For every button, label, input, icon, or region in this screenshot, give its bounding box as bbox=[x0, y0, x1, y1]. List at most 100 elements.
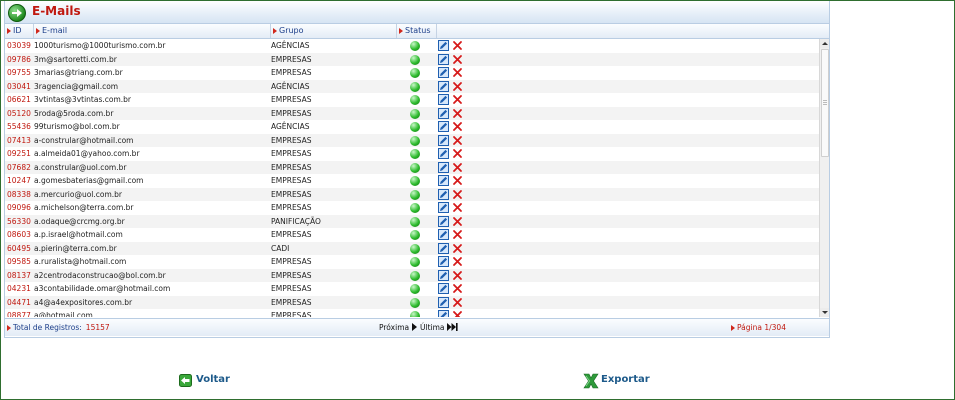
green-dot-icon bbox=[410, 243, 420, 254]
green-dot-icon bbox=[410, 149, 420, 159]
scrollbar-thumb[interactable] bbox=[821, 49, 829, 157]
export-button[interactable]: Exportar bbox=[583, 373, 659, 389]
back-button[interactable]: Voltar bbox=[179, 373, 239, 389]
table-row: 08137 a2centrodaconstrucao@bol.com.br EMPR… bbox=[5, 268, 819, 282]
page-frame: E-Mails ID E-mail Grupo Status 03039 1000… bbox=[0, 0, 955, 400]
red-x-delete-icon[interactable] bbox=[452, 243, 463, 254]
cell-id: 55436 bbox=[7, 122, 31, 131]
edit-pencil-icon[interactable] bbox=[438, 310, 449, 317]
grid-footer: Total de Registros: 15157 Próxima Última … bbox=[5, 318, 829, 336]
green-dot-icon bbox=[410, 230, 420, 240]
scroll-up-arrow-icon[interactable] bbox=[820, 39, 829, 48]
edit-pencil-icon[interactable] bbox=[438, 256, 449, 267]
red-x-delete-icon[interactable] bbox=[452, 162, 463, 173]
cell-id: 03041 bbox=[7, 81, 31, 91]
scroll-down-arrow-icon[interactable] bbox=[820, 308, 829, 317]
red-x-delete-icon[interactable] bbox=[452, 216, 463, 227]
cell-id: 09251 bbox=[7, 149, 31, 158]
cell-email: a.mercurio@uol.com.br bbox=[34, 189, 123, 199]
edit-pencil-icon[interactable] bbox=[438, 67, 449, 78]
red-x-delete-icon[interactable] bbox=[452, 121, 463, 132]
red-x-delete-icon[interactable] bbox=[452, 297, 463, 308]
column-header-id-label: ID bbox=[13, 26, 22, 35]
cell-email: 3m@sartoretti.com.br bbox=[34, 54, 117, 64]
cell-id: 03039 bbox=[7, 41, 31, 50]
cell-id: 10247 bbox=[7, 176, 31, 185]
edit-pencil-icon[interactable] bbox=[438, 53, 449, 65]
green-dot-icon bbox=[410, 311, 420, 317]
edit-pencil-icon[interactable] bbox=[438, 40, 449, 51]
edit-pencil-icon[interactable] bbox=[438, 283, 449, 294]
last-page-link[interactable]: Última bbox=[420, 319, 458, 336]
vertical-scrollbar[interactable] bbox=[819, 39, 829, 317]
cell-id: 08137 bbox=[7, 270, 31, 280]
red-x-delete-icon[interactable] bbox=[452, 135, 463, 146]
green-dot-icon bbox=[410, 108, 420, 119]
table-row: 10247 a.gomesbaterias@gmail.com EMPRESAS bbox=[5, 174, 819, 188]
cell-id: 06621 bbox=[7, 95, 31, 104]
cell-grupo: AGÊNCIAS bbox=[271, 81, 310, 91]
column-header-status[interactable]: Status bbox=[397, 24, 437, 38]
cell-id: 09755 bbox=[7, 68, 31, 77]
red-x-delete-icon[interactable] bbox=[452, 67, 463, 78]
red-x-delete-icon[interactable] bbox=[452, 229, 463, 240]
edit-pencil-icon[interactable] bbox=[438, 229, 449, 240]
cell-email: a@hotmail.com bbox=[34, 311, 93, 317]
red-x-delete-icon[interactable] bbox=[452, 108, 463, 119]
edit-pencil-icon[interactable] bbox=[438, 161, 449, 173]
red-x-delete-icon[interactable] bbox=[452, 94, 463, 105]
edit-pencil-icon[interactable] bbox=[438, 202, 449, 213]
table-row: 09251 a.almeida01@yahoo.com.br EMPRESAS bbox=[5, 147, 819, 161]
table-row: 06621 3vtintas@3vtintas.com.br EMPRESAS bbox=[5, 93, 819, 107]
table-row: 04471 a4@a4expositores.com.br EMPRESAS bbox=[5, 295, 819, 309]
column-header-grupo-label: Grupo bbox=[279, 26, 304, 35]
red-x-delete-icon[interactable] bbox=[452, 310, 463, 317]
edit-pencil-icon[interactable] bbox=[438, 175, 449, 186]
red-x-delete-icon[interactable] bbox=[452, 270, 463, 281]
red-x-delete-icon[interactable] bbox=[452, 202, 463, 213]
edit-pencil-icon[interactable] bbox=[438, 107, 449, 119]
edit-pencil-icon[interactable] bbox=[438, 94, 449, 105]
edit-pencil-icon[interactable] bbox=[438, 121, 449, 132]
last-page-label: Última bbox=[420, 323, 445, 332]
red-x-delete-icon[interactable] bbox=[452, 256, 463, 267]
next-page-link[interactable]: Próxima bbox=[379, 319, 418, 336]
green-dot-icon bbox=[410, 203, 420, 213]
column-header-grupo[interactable]: Grupo bbox=[271, 24, 397, 38]
green-dot-icon bbox=[410, 216, 420, 227]
edit-pencil-icon[interactable] bbox=[438, 215, 449, 227]
cell-id: 04471 bbox=[7, 297, 31, 307]
edit-pencil-icon[interactable] bbox=[438, 134, 449, 146]
red-x-delete-icon[interactable] bbox=[452, 283, 463, 294]
red-x-delete-icon[interactable] bbox=[452, 148, 463, 159]
cell-grupo: EMPRESAS bbox=[271, 257, 312, 266]
red-x-delete-icon[interactable] bbox=[452, 175, 463, 186]
edit-pencil-icon[interactable] bbox=[438, 296, 449, 308]
red-x-delete-icon[interactable] bbox=[452, 189, 463, 200]
cell-grupo: EMPRESAS bbox=[271, 270, 312, 280]
edit-pencil-icon[interactable] bbox=[438, 80, 449, 92]
table-row: 07682 a.constrular@uol.com.br EMPRESAS bbox=[5, 160, 819, 174]
red-x-delete-icon[interactable] bbox=[452, 81, 463, 92]
cell-email: a.constrular@uol.com.br bbox=[34, 162, 127, 172]
excel-x-icon bbox=[583, 373, 599, 389]
red-x-delete-icon[interactable] bbox=[452, 54, 463, 65]
green-dot-icon bbox=[410, 68, 420, 78]
cell-email: 1000turismo@1000turismo.com.br bbox=[34, 41, 166, 50]
table-row: 03039 1000turismo@1000turismo.com.br AGÊNC… bbox=[5, 39, 819, 53]
cell-id: 08877 bbox=[7, 311, 31, 317]
edit-pencil-icon[interactable] bbox=[438, 148, 449, 159]
column-header-id[interactable]: ID bbox=[5, 24, 34, 38]
cell-email: a.pierin@terra.com.br bbox=[34, 243, 117, 253]
skip-last-icon bbox=[446, 323, 458, 331]
edit-pencil-icon[interactable] bbox=[438, 269, 449, 281]
edit-pencil-icon[interactable] bbox=[438, 242, 449, 254]
email-rows: 03039 1000turismo@1000turismo.com.br AGÊNC… bbox=[5, 39, 819, 317]
edit-pencil-icon[interactable] bbox=[438, 188, 449, 200]
panel-title-bar: E-Mails bbox=[5, 1, 829, 24]
column-header-email[interactable]: E-mail bbox=[34, 24, 271, 38]
green-arrow-right-icon bbox=[8, 4, 26, 22]
green-dot-icon bbox=[410, 95, 420, 105]
red-x-delete-icon[interactable] bbox=[452, 40, 463, 51]
cell-id: 04231 bbox=[7, 284, 31, 293]
